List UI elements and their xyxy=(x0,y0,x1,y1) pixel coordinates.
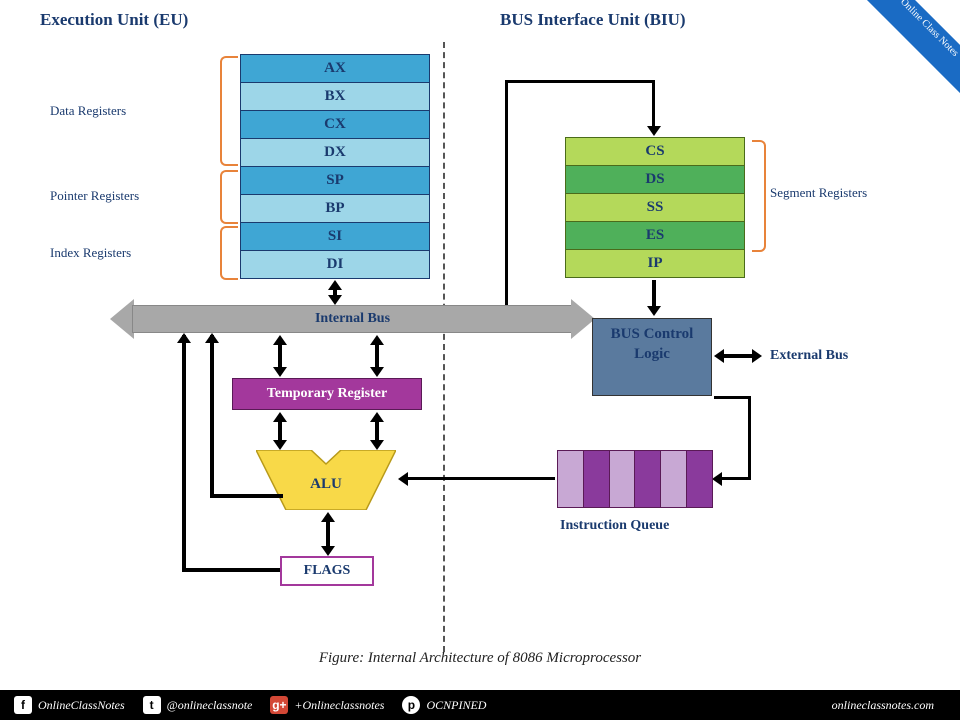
eu-register-stack: AX BX CX DX SP BP SI DI xyxy=(240,55,430,279)
connector xyxy=(505,80,655,83)
temporary-register: Temporary Register xyxy=(232,378,422,410)
register-ip: IP xyxy=(565,249,745,278)
brace-icon xyxy=(220,170,238,224)
segment-registers-label: Segment Registers xyxy=(770,185,867,201)
facebook-icon: f xyxy=(14,696,32,714)
bus-control-logic: BUS Control Logic xyxy=(592,318,712,396)
connector xyxy=(182,568,280,572)
internal-bus: Internal Bus xyxy=(110,305,595,333)
connector xyxy=(652,80,655,130)
register-cx: CX xyxy=(240,110,430,139)
connector xyxy=(210,494,283,498)
alu: ALU xyxy=(256,450,396,510)
register-ds: DS xyxy=(565,165,745,194)
flags-register: FLAGS xyxy=(280,556,374,586)
index-registers-label: Index Registers xyxy=(50,245,131,261)
register-bp: BP xyxy=(240,194,430,223)
connector xyxy=(748,396,751,480)
register-sp: SP xyxy=(240,166,430,195)
connector xyxy=(405,477,555,480)
footer-pn: OCNPINED xyxy=(426,698,486,713)
brace-icon xyxy=(752,140,766,252)
register-cs: CS xyxy=(565,137,745,166)
figure-caption: Figure: Internal Architecture of 8086 Mi… xyxy=(0,650,960,667)
connector xyxy=(505,80,508,305)
twitter-icon: t xyxy=(143,696,161,714)
footer-site: onlineclassnotes.com xyxy=(832,698,934,713)
footer-fb: OnlineClassNotes xyxy=(38,698,125,713)
section-divider xyxy=(443,42,445,652)
register-dx: DX xyxy=(240,138,430,167)
biu-title: BUS Interface Unit (BIU) xyxy=(470,10,920,30)
brace-icon xyxy=(220,226,238,280)
register-es: ES xyxy=(565,221,745,250)
register-si: SI xyxy=(240,222,430,251)
register-di: DI xyxy=(240,250,430,279)
connector xyxy=(210,335,214,498)
segment-register-stack: CS DS SS ES IP xyxy=(565,138,745,278)
connector xyxy=(714,396,751,399)
register-bx: BX xyxy=(240,82,430,111)
eu-title: Execution Unit (EU) xyxy=(40,10,470,30)
brace-icon xyxy=(220,56,238,166)
instruction-queue xyxy=(557,450,713,508)
pinterest-icon: p xyxy=(402,696,420,714)
pointer-registers-label: Pointer Registers xyxy=(50,188,139,204)
footer-tw: @onlineclassnote xyxy=(167,698,253,713)
register-ss: SS xyxy=(565,193,745,222)
footer: f OnlineClassNotes t @onlineclassnote g+… xyxy=(0,690,960,720)
instruction-queue-label: Instruction Queue xyxy=(560,518,669,534)
external-bus-label: External Bus xyxy=(770,348,848,364)
connector xyxy=(182,335,186,572)
footer-gp: +Onlineclassnotes xyxy=(294,698,384,713)
register-ax: AX xyxy=(240,54,430,83)
googleplus-icon: g+ xyxy=(270,696,288,714)
data-registers-label: Data Registers xyxy=(50,103,126,119)
